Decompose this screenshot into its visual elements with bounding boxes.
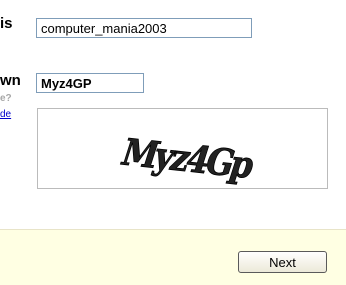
captcha-graphic: Myz4Gp <box>116 130 260 187</box>
username-input[interactable] <box>36 18 252 38</box>
captcha-hint: e? <box>0 93 12 104</box>
captcha-distorted-text: Myz4Gp <box>116 131 259 187</box>
footer-bar: Next <box>0 229 346 285</box>
captcha-help-link[interactable]: de <box>0 109 11 120</box>
next-button[interactable]: Next <box>238 251 327 273</box>
signup-page: is wn e? de Myz4Gp Next <box>0 0 346 285</box>
captcha-label: wn <box>0 72 21 89</box>
username-label: is <box>0 15 13 32</box>
captcha-input[interactable] <box>36 73 144 93</box>
captcha-image: Myz4Gp <box>37 108 328 189</box>
